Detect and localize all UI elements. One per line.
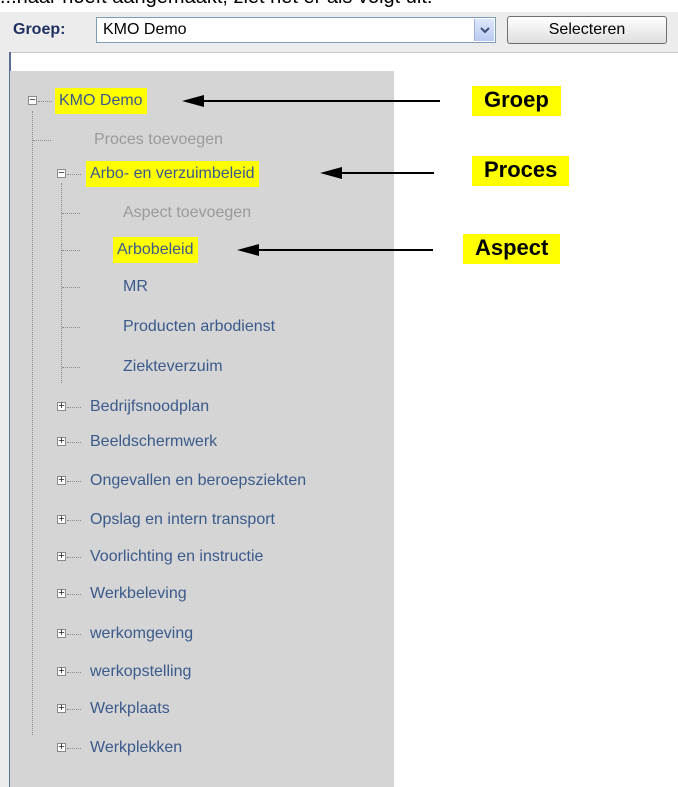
tree-node-process[interactable]: Bedrijfsnoodplan (90, 397, 209, 417)
group-label: Groep: (13, 21, 66, 38)
expand-icon[interactable]: + (57, 628, 66, 639)
expand-icon[interactable]: + (57, 742, 66, 753)
expand-icon[interactable]: + (57, 666, 66, 677)
tree-connector (33, 140, 51, 141)
caption-fragment: ...naar hoeft aangemaakt, ziet het er al… (0, 0, 432, 9)
tree-node-process[interactable]: Opslag en intern transport (90, 510, 275, 530)
tree-node-aspect[interactable]: Producten arbodienst (123, 317, 275, 337)
tree-node-process-expanded[interactable]: Arbo- en verzuimbeleid (86, 161, 259, 187)
tree-connector (67, 174, 81, 175)
add-process-link[interactable]: Proces toevoegen (94, 130, 223, 150)
tree-node-process[interactable]: werkopstelling (90, 662, 191, 682)
group-select[interactable]: KMO Demo (96, 17, 496, 43)
tree-connector (62, 213, 80, 214)
tree-connector (62, 250, 80, 251)
tree-connector (62, 287, 80, 288)
arrow-line (200, 100, 440, 102)
tree-node-aspect[interactable]: Arbobeleid (113, 237, 198, 263)
annotation-groep: Groep (472, 86, 561, 116)
tree-connector (67, 672, 81, 673)
tree-connector (67, 594, 81, 595)
tree-node-root[interactable]: KMO Demo (55, 88, 147, 114)
add-aspect-link[interactable]: Aspect toevoegen (123, 203, 251, 223)
expand-icon[interactable]: + (57, 514, 66, 525)
group-toolbar: Groep: KMO Demo Selecteren (0, 12, 678, 53)
tree-connector (62, 367, 80, 368)
expand-icon[interactable]: + (57, 588, 66, 599)
tree-node-process[interactable]: Werkbeleving (90, 584, 187, 604)
expand-icon[interactable]: + (57, 551, 66, 562)
collapse-icon[interactable]: − (28, 95, 37, 106)
expand-icon[interactable]: + (57, 436, 66, 447)
tree-connector (38, 101, 52, 102)
expand-icon[interactable]: + (57, 475, 66, 486)
tree-connector (67, 634, 81, 635)
tree-connector (67, 442, 81, 443)
arrow-line (338, 172, 434, 174)
tree-node-process[interactable]: werkomgeving (90, 624, 193, 644)
tree-node-process[interactable]: Beeldschermwerk (90, 432, 217, 452)
tree-connector (67, 520, 81, 521)
tree-node-aspect[interactable]: MR (123, 277, 148, 297)
expand-icon[interactable]: + (57, 401, 66, 412)
group-select-value: KMO Demo (103, 21, 187, 38)
tree-connector (67, 557, 81, 558)
tree-node-process[interactable]: Ongevallen en beroepsziekten (90, 471, 306, 491)
tree-connector (67, 407, 81, 408)
collapse-icon[interactable]: − (57, 168, 66, 179)
tree-node-aspect[interactable]: Ziekteverzuim (123, 357, 223, 377)
tree-node-process[interactable]: Werkplaats (90, 699, 170, 719)
tree-connector (67, 481, 81, 482)
tree-guide-line (32, 111, 33, 735)
tree-node-process[interactable]: Werkplekken (90, 738, 182, 758)
tree-connector (67, 748, 81, 749)
annotation-aspect: Aspect (463, 234, 561, 264)
tree-node-process[interactable]: Voorlichting en instructie (90, 547, 263, 567)
arrow-line (255, 249, 433, 251)
chevron-down-icon[interactable] (474, 19, 494, 41)
tree-connector (62, 327, 80, 328)
tree-connector (67, 709, 81, 710)
select-button[interactable]: Selecteren (507, 16, 667, 44)
annotation-proces: Proces (472, 156, 570, 186)
expand-icon[interactable]: + (57, 703, 66, 714)
